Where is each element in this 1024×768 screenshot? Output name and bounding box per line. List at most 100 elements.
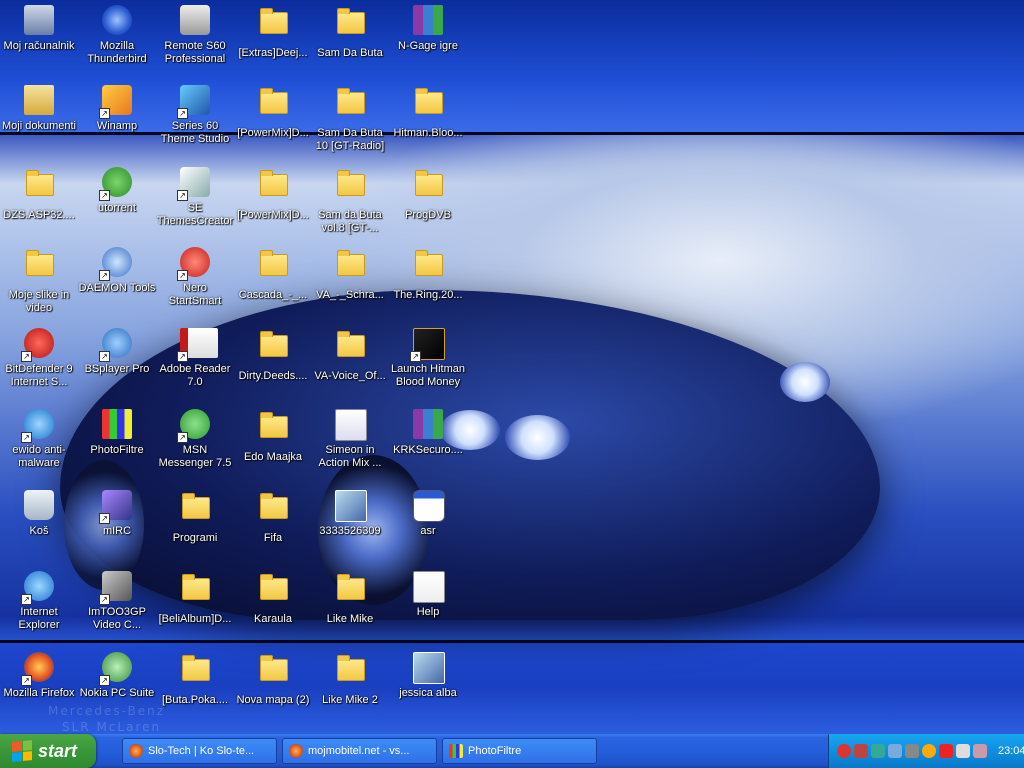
desktop-icon[interactable]: Moj računalnik — [0, 4, 78, 53]
desktop-icon[interactable]: ↗ MSN Messenger 7.5 — [156, 408, 234, 470]
desktop-icon[interactable]: KRKSecuro.... — [389, 408, 467, 457]
desktop-icon[interactable]: ↗ ImTOO3GP Video C... — [78, 570, 156, 632]
shortcut-arrow-icon: ↗ — [21, 432, 32, 443]
desktop-icon[interactable]: ↗ Nokia PC Suite — [78, 651, 156, 700]
desktop-icon[interactable]: N-Gage igre — [389, 4, 467, 53]
desktop-icon[interactable]: [Extras]Deej... — [234, 4, 312, 60]
tray-icon[interactable] — [922, 744, 936, 758]
desktop-icon[interactable]: Moji dokumenti — [0, 84, 78, 133]
adobe-icon: ↗ — [177, 328, 218, 362]
desktop-icon[interactable]: Koš — [0, 489, 78, 538]
desktop-icon[interactable]: Moje slike in video — [0, 246, 78, 315]
bitdefender-icon: ↗ — [21, 328, 55, 362]
folder-shape — [337, 331, 365, 357]
desktop-icon[interactable]: Fifa — [234, 489, 312, 545]
firefox-icon: ↗ — [21, 652, 55, 686]
desktop-icon[interactable]: asr — [389, 489, 467, 538]
desktop-icon[interactable]: Dirty.Deeds.... — [234, 327, 312, 383]
desktop-icon[interactable]: ↗ BSplayer Pro — [78, 327, 156, 376]
desktop-icon-label: Winamp — [96, 120, 138, 132]
desktop-icon[interactable]: ProgDVB — [389, 166, 467, 222]
desktop-icon-label: KRKSecuro.... — [393, 444, 463, 456]
desktop-icon[interactable]: 3333526309 — [311, 489, 389, 538]
desktop-icon[interactable]: VA_-_Schra... — [311, 246, 389, 302]
textdoc-glyph — [413, 571, 445, 603]
nero-tray-icon[interactable] — [939, 744, 953, 758]
desktop-icon[interactable]: The.Ring.20... — [389, 246, 467, 302]
docs-glyph — [24, 85, 54, 115]
desktop-icon-label: asr — [420, 525, 436, 537]
recycle-icon — [23, 490, 55, 522]
desktop-icon[interactable]: Programi — [156, 489, 234, 545]
desktop-icon[interactable]: Sam Da Buta — [311, 4, 389, 60]
folder-icon — [257, 493, 289, 529]
tray-icon[interactable] — [854, 744, 868, 758]
desktop-icon[interactable]: ↗ mIRC — [78, 489, 156, 538]
desktop-icon[interactable]: Cascada_-_... — [234, 246, 312, 302]
shortcut-arrow-icon: ↗ — [177, 351, 188, 362]
shortcut-arrow-icon: ↗ — [21, 594, 32, 605]
tray-icon[interactable] — [905, 744, 919, 758]
desktop-icon[interactable]: Help — [389, 570, 467, 619]
folder-icon — [257, 8, 289, 44]
desktop-icon[interactable]: Karaula — [234, 570, 312, 626]
desktop-icon[interactable]: Like Mike — [311, 570, 389, 626]
desktop-icon[interactable]: Nova mapa (2) — [234, 651, 312, 707]
folder-shape — [415, 88, 443, 114]
folder-icon — [23, 250, 55, 286]
desktop-icon[interactable]: ↗ SE ThemesCreator — [156, 166, 234, 228]
desktop-icon[interactable]: ↗ BitDefender 9 Internet S... — [0, 327, 78, 389]
network-tray-icon[interactable] — [888, 744, 902, 758]
desktop-icon[interactable]: Remote S60 Professional — [156, 4, 234, 66]
desktop-icon[interactable]: ↗ Nero StartSmart — [156, 246, 234, 308]
desktop-icon[interactable]: [PowerMix]D... — [234, 84, 312, 140]
desktop-icon-label: Sam Da Buta — [317, 47, 383, 59]
desktop-icon[interactable]: Simeon in Action Mix ... — [311, 408, 389, 470]
desktop-icon[interactable]: Sam da Buta vol.8 [GT-... — [311, 166, 389, 235]
folder-icon — [257, 170, 289, 206]
bitdefender-tray-icon[interactable] — [837, 744, 851, 758]
desktop-icon[interactable]: ↗ Internet Explorer — [0, 570, 78, 632]
tray-icon[interactable] — [973, 744, 987, 758]
desktop-icon[interactable]: VA-Voice_Of... — [311, 327, 389, 383]
folder-shape — [337, 88, 365, 114]
taskbar-button-slotech[interactable]: Slo-Tech | Ko Slo-te... — [122, 738, 277, 764]
image-icon — [334, 490, 367, 522]
tray-icon[interactable] — [956, 744, 970, 758]
desktop-icon[interactable]: ↗ utorrent — [78, 166, 156, 215]
shortcut-arrow-icon: ↗ — [99, 351, 110, 362]
desktop-icon[interactable]: Sam Da Buta 10 [GT-Radio] — [311, 84, 389, 153]
desktop-icon[interactable]: [Buta.Poka.... — [156, 651, 234, 707]
desktop-icon[interactable]: ↗ Mozilla Firefox — [0, 651, 78, 700]
desktop-icon-label: Series 60 Theme Studio — [160, 120, 230, 145]
desktop-icon[interactable]: ↗ Winamp — [78, 84, 156, 133]
nokia-icon: ↗ — [99, 652, 133, 686]
desktop-icon-label: Edo Maajka — [243, 451, 303, 463]
folder-shape — [260, 8, 288, 34]
clock[interactable]: 23:04 — [998, 745, 1024, 757]
desktop-icon[interactable]: ↗ DAEMON Tools — [78, 246, 156, 295]
desktop-icon[interactable]: Like Mike 2 — [311, 651, 389, 707]
desktop-icon[interactable]: DZS.ASP32.... — [0, 166, 78, 222]
desktop-icon[interactable]: jessica alba — [389, 651, 467, 700]
desktop-icon[interactable]: ↗ Adobe Reader 7.0 — [156, 327, 234, 389]
desktop-icon[interactable]: ↗ Launch Hitman Blood Money — [389, 327, 467, 389]
desktop-icon[interactable]: Edo Maajka — [234, 408, 312, 464]
desktop-icon[interactable]: ↗ ewido anti-malware — [0, 408, 78, 470]
desktop-icon-label: Mozilla Firefox — [3, 687, 75, 699]
desktop-icon-label: Like Mike — [326, 613, 374, 625]
taskbar-button-photofiltre[interactable]: PhotoFiltre — [442, 738, 597, 764]
desktop-icon[interactable]: Mozilla Thunderbird — [78, 4, 156, 66]
desktop-icon[interactable]: PhotoFiltre — [78, 408, 156, 457]
taskbar-button-mojmobitel[interactable]: mojmobitel.net - vs... — [282, 738, 437, 764]
desktop-icon[interactable]: ↗ Series 60 Theme Studio — [156, 84, 234, 146]
desktop-icon-label: N-Gage igre — [398, 40, 458, 52]
desktop-icon[interactable]: [BeliAlbum]D... — [156, 570, 234, 626]
msn-tray-icon[interactable] — [871, 744, 885, 758]
start-button[interactable]: start — [0, 734, 96, 768]
desktop-icon[interactable]: Hitman.Bloo... — [389, 84, 467, 140]
folder-icon — [257, 331, 289, 367]
desktop-icon[interactable]: [PowerMix]D... — [234, 166, 312, 222]
shortcut-arrow-icon: ↗ — [177, 270, 188, 281]
task-label: mojmobitel.net - vs... — [308, 745, 410, 757]
